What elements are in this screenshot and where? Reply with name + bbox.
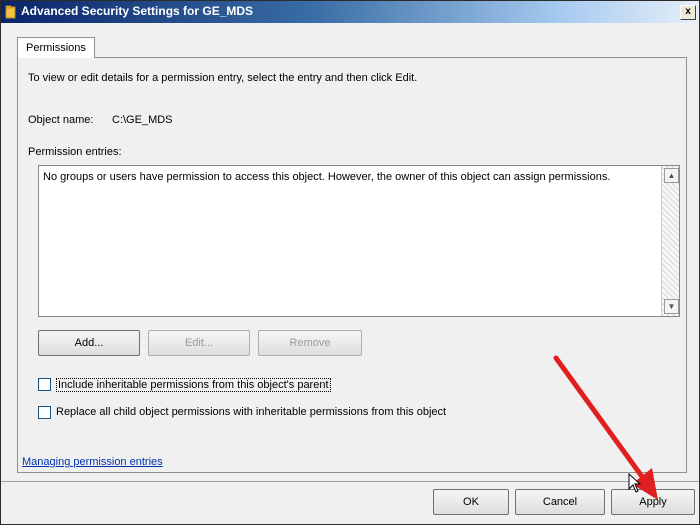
close-button[interactable]: x — [680, 5, 696, 20]
replace-child-label[interactable]: Replace all child object permissions wit… — [56, 406, 446, 418]
scroll-down-icon[interactable]: ▼ — [664, 299, 679, 314]
ok-button[interactable]: OK — [433, 489, 509, 515]
replace-child-checkbox[interactable] — [38, 406, 51, 419]
object-name-label: Object name: — [28, 114, 94, 126]
remove-button[interactable]: Remove — [258, 330, 362, 356]
window-title: Advanced Security Settings for GE_MDS — [21, 4, 254, 18]
title-bar[interactable]: Advanced Security Settings for GE_MDS x — [1, 1, 699, 23]
tab-permissions[interactable]: Permissions — [17, 37, 95, 58]
permission-entries-list[interactable]: No groups or users have permission to ac… — [38, 165, 680, 317]
instructions-text: To view or edit details for a permission… — [28, 72, 418, 84]
managing-permission-link[interactable]: Managing permission entries — [22, 456, 163, 468]
include-inheritable-label[interactable]: Include inheritable permissions from thi… — [56, 378, 331, 392]
no-entries-message: No groups or users have permission to ac… — [43, 171, 611, 183]
scroll-up-icon[interactable]: ▲ — [664, 168, 679, 183]
mouse-cursor-icon — [628, 473, 642, 493]
include-inheritable-checkbox[interactable] — [38, 378, 51, 391]
object-name-value: C:\GE_MDS — [112, 114, 173, 126]
red-arrow-annotation — [553, 355, 658, 500]
edit-button[interactable]: Edit... — [148, 330, 250, 356]
permission-entries-label: Permission entries: — [28, 146, 122, 158]
vertical-scrollbar[interactable]: ▲ ▼ — [661, 166, 679, 316]
add-button[interactable]: Add... — [38, 330, 140, 356]
folder-icon — [5, 5, 16, 19]
